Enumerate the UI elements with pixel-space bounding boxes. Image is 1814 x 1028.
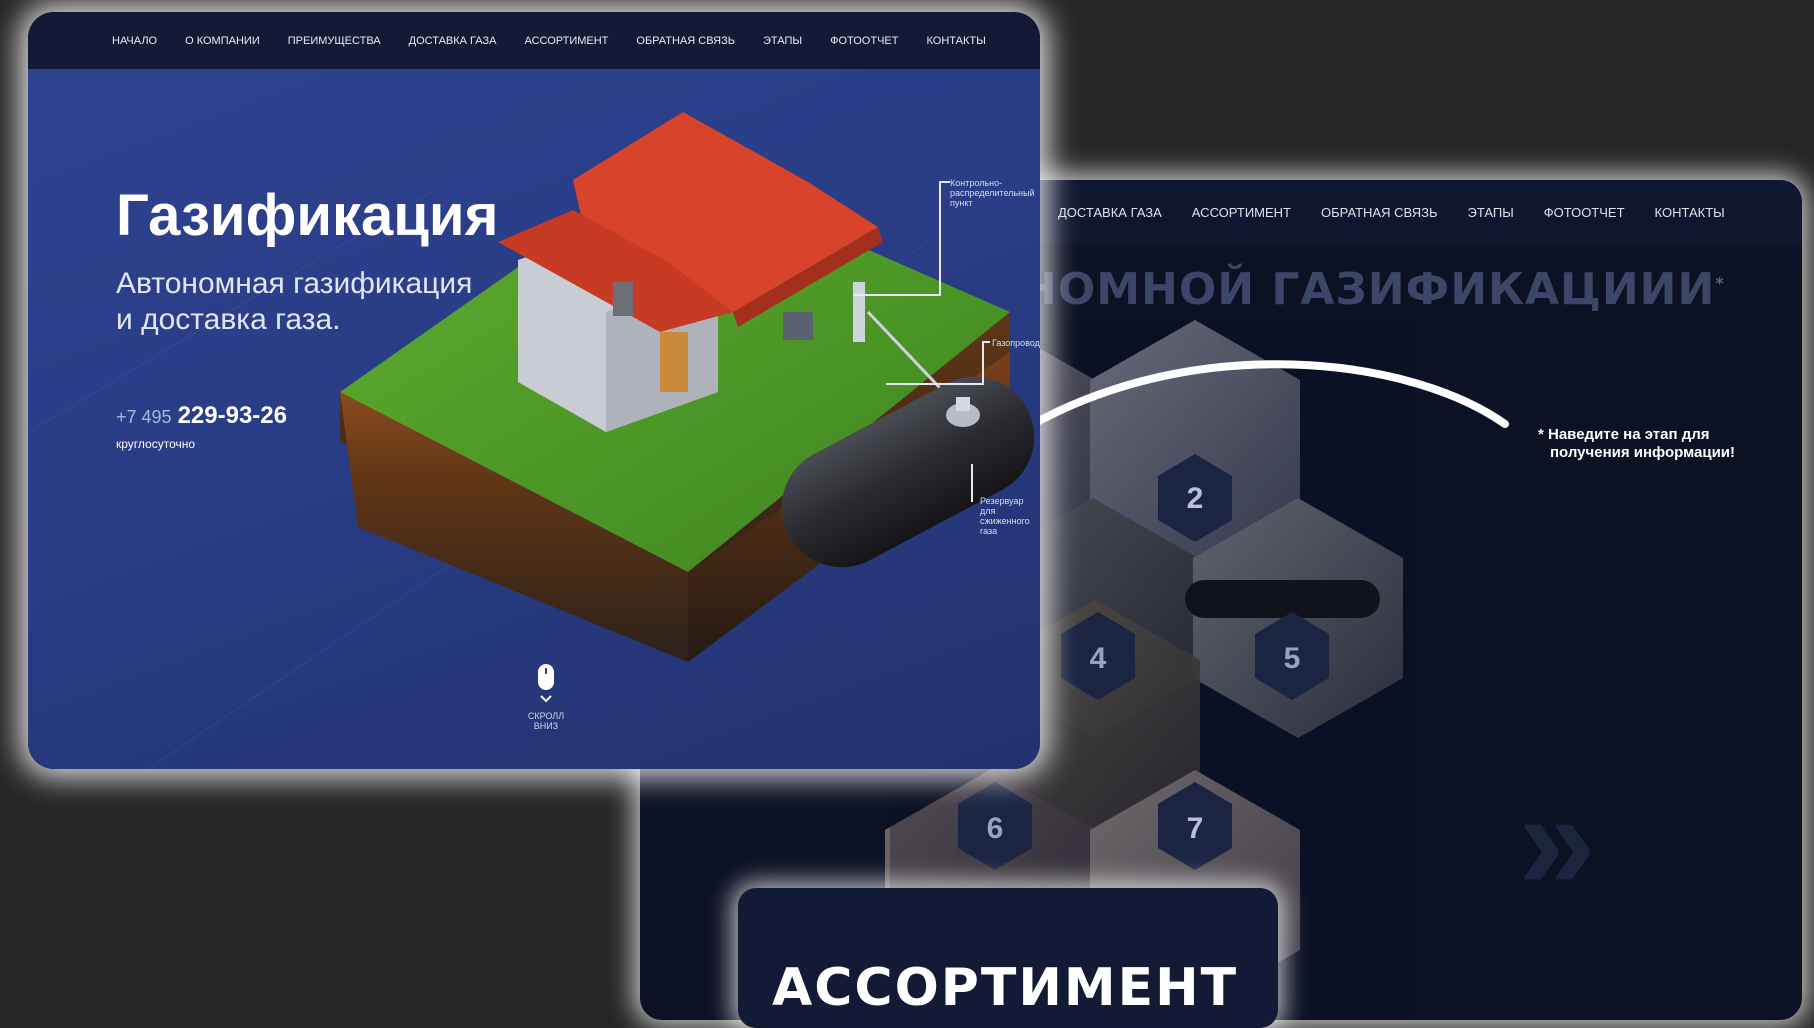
hero-subtitle: Автономная газификация и доставка газа. [116, 267, 473, 336]
callout-gas-pipe: Газопровод [992, 338, 1040, 348]
phone-number[interactable]: +7 495 229-93-26 [116, 402, 287, 430]
assortment-title: АССОРТИМЕНТ [772, 958, 1239, 1018]
mouse-icon [538, 664, 554, 703]
scroll-label: СКРОЛЛ ВНИЗ [527, 711, 565, 731]
hero-title: Газификация [116, 183, 499, 248]
scroll-down-button[interactable]: СКРОЛЛ ВНИЗ [516, 662, 576, 731]
callout-control-point: Контрольно-распределительный пункт [950, 178, 1035, 208]
next-chevron-icon[interactable]: » [1518, 760, 1596, 922]
callout-tank: Резервуар для сжиженного газа [980, 496, 1030, 536]
hero-illustration [28, 112, 1035, 769]
svg-text:7: 7 [1187, 812, 1204, 845]
working-hours: круглосуточно [116, 437, 196, 451]
stages-hint: * Наведите на этап для получения информа… [1538, 426, 1736, 461]
hero-page-card: НАЧАЛО О КОМПАНИИ ПРЕИМУЩЕСТВА ДОСТАВКА … [28, 12, 1040, 769]
svg-text:2: 2 [1187, 482, 1204, 515]
assortment-page-card: АССОРТИМЕНТ [738, 888, 1278, 1028]
svg-text:6: 6 [987, 812, 1004, 845]
svg-text:5: 5 [1284, 642, 1301, 675]
svg-text:4: 4 [1090, 642, 1107, 675]
